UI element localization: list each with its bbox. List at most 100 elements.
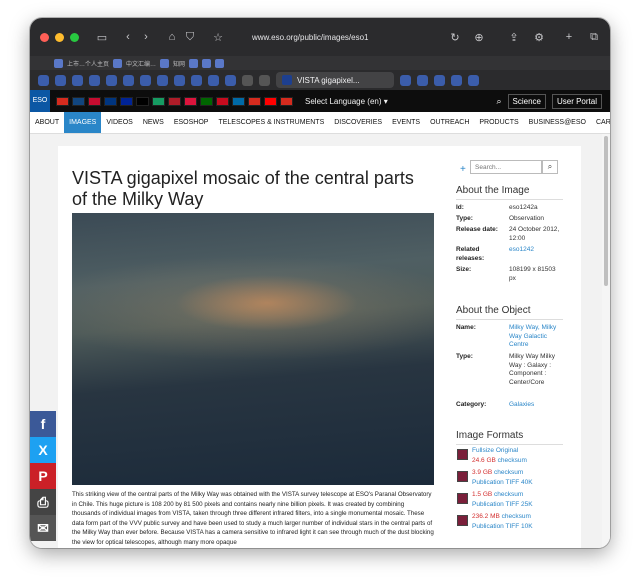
nav-telescopes[interactable]: TELESCOPES & INSTRUMENTS (213, 112, 329, 133)
nav-videos[interactable]: VIDEOS (101, 112, 137, 133)
bookmark-icon[interactable] (215, 58, 225, 68)
nav-outreach[interactable]: OUTREACH (425, 112, 474, 133)
settings-gear-icon[interactable]: ⚙ (530, 31, 548, 44)
tab-favicon[interactable] (400, 74, 411, 86)
tab-favicon[interactable] (417, 74, 428, 86)
share-icon[interactable]: ⇪ (505, 31, 523, 44)
pinterest-share-icon[interactable]: P (30, 463, 56, 489)
tab-favicon[interactable] (225, 74, 236, 86)
print-icon[interactable]: ⎙ (30, 489, 56, 515)
home-icon[interactable]: ⌂ (163, 31, 181, 43)
format-item[interactable]: Fullsize Original 24.6 GB checksum (456, 447, 566, 467)
tab-favicon[interactable] (208, 74, 219, 86)
new-tab-plus-icon[interactable]: + (560, 31, 578, 43)
category-link[interactable]: Galaxies (509, 401, 564, 410)
close-window-button[interactable] (40, 32, 49, 42)
nav-esoshop[interactable]: ESOSHOP (169, 112, 214, 133)
tab-favicon[interactable] (106, 74, 117, 86)
nav-images[interactable]: IMAGES (64, 112, 102, 133)
language-flag-icon[interactable] (216, 96, 229, 106)
bookmark-icon[interactable] (202, 58, 212, 68)
sidebar-toggle-icon[interactable]: ▭ (93, 31, 111, 44)
tab-favicon[interactable] (140, 74, 151, 86)
checksum-link[interactable]: checksum (494, 469, 523, 476)
object-name-link[interactable]: Milky Way, Milky Way Galactic Centre (509, 324, 564, 350)
search-button[interactable]: ⌕ (542, 160, 558, 174)
x-share-icon[interactable]: X (30, 437, 56, 463)
reload-icon[interactable]: ↻ (446, 31, 464, 44)
language-flag-icon[interactable] (72, 96, 85, 106)
nav-events[interactable]: EVENTS (387, 112, 425, 133)
tab-favicon[interactable] (174, 74, 185, 86)
language-flag-icon[interactable] (88, 96, 101, 106)
format-name[interactable]: Fullsize Original (472, 447, 518, 454)
tab-favicon[interactable] (38, 74, 49, 86)
related-release-link[interactable]: eso1242 (509, 246, 564, 263)
nav-products[interactable]: PRODUCTS (474, 112, 523, 133)
milky-way-image[interactable] (72, 213, 434, 485)
plus-icon[interactable]: + (460, 164, 466, 175)
nav-business[interactable]: BUSINESS@ESO (524, 112, 591, 133)
eso-logo[interactable]: ESO (30, 90, 50, 112)
format-name[interactable]: Publication TIFF 10K (472, 523, 533, 530)
language-flag-icon[interactable] (120, 96, 133, 106)
checksum-link[interactable]: checksum (502, 513, 531, 520)
bookmark-label[interactable]: 知网 (173, 59, 185, 68)
language-flag-icon[interactable] (200, 96, 213, 106)
language-flag-icon[interactable] (184, 96, 197, 106)
maximize-window-button[interactable] (70, 32, 79, 42)
bookmark-icon[interactable] (54, 58, 63, 68)
minimize-window-button[interactable] (55, 32, 64, 42)
facebook-share-icon[interactable]: f (30, 411, 56, 437)
language-flag-icon[interactable] (56, 96, 69, 106)
tab-favicon[interactable] (191, 74, 202, 86)
language-flag-icon[interactable] (168, 96, 181, 106)
format-item[interactable]: 1.5 GB checksum Publication TIFF 25K (456, 491, 566, 511)
star-icon[interactable]: ☆ (209, 31, 227, 44)
format-name[interactable]: Publication TIFF 40K (472, 479, 533, 486)
tab-favicon[interactable] (157, 74, 168, 86)
bookmark-icon[interactable] (113, 58, 123, 68)
bookmark-icon[interactable] (160, 58, 170, 68)
back-arrow-icon[interactable]: ‹ (119, 31, 137, 43)
bookmark-label[interactable]: 上市…个人主页 (67, 59, 109, 68)
bookmark-icon[interactable] (189, 58, 199, 68)
language-flag-icon[interactable] (104, 96, 117, 106)
format-name[interactable]: Publication TIFF 25K (472, 501, 533, 508)
tab-favicon[interactable] (55, 74, 66, 86)
language-flag-icon[interactable] (248, 96, 261, 106)
tab-favicon[interactable] (89, 74, 100, 86)
user-portal-button[interactable]: User Portal (551, 94, 602, 109)
language-flag-icon[interactable] (136, 96, 149, 106)
search-icon[interactable]: ⌕ (496, 96, 501, 107)
shield-icon[interactable]: ⛉ (181, 31, 199, 44)
forward-arrow-icon[interactable]: › (137, 31, 155, 43)
language-flag-icon[interactable] (264, 96, 277, 106)
tab-favicon[interactable] (72, 74, 83, 86)
tab-favicon[interactable] (468, 74, 479, 86)
tab-favicon[interactable] (259, 74, 270, 86)
format-item[interactable]: 236.2 MB checksum Publication TIFF 10K (456, 513, 566, 533)
active-tab[interactable]: VISTA gigapixel... (276, 72, 394, 88)
format-item[interactable]: 3.9 GB checksum Publication TIFF 40K (456, 469, 566, 489)
nav-about[interactable]: ABOUT (30, 112, 64, 133)
science-button[interactable]: Science (507, 94, 546, 109)
tab-favicon[interactable] (242, 74, 253, 86)
download-icon[interactable]: ⊕ (470, 31, 488, 44)
checksum-link[interactable]: checksum (498, 457, 527, 464)
language-flag-icon[interactable] (280, 96, 293, 106)
nav-news[interactable]: NEWS (138, 112, 169, 133)
language-flag-icon[interactable] (152, 96, 165, 106)
bookmark-label[interactable]: 中文汇编… (126, 59, 156, 68)
nav-discoveries[interactable]: DISCOVERIES (329, 112, 387, 133)
language-select[interactable]: Select Language (en) ▾ (305, 97, 388, 106)
email-icon[interactable]: ✉ (30, 515, 56, 541)
language-flag-icon[interactable] (232, 96, 245, 106)
tab-favicon[interactable] (451, 74, 462, 86)
search-input[interactable] (470, 160, 542, 174)
nav-career[interactable]: CAREER OPPOR (591, 112, 610, 133)
tab-favicon[interactable] (123, 74, 134, 86)
scrollbar-thumb[interactable] (604, 136, 608, 286)
checksum-link[interactable]: checksum (494, 491, 523, 498)
tab-favicon[interactable] (434, 74, 445, 86)
